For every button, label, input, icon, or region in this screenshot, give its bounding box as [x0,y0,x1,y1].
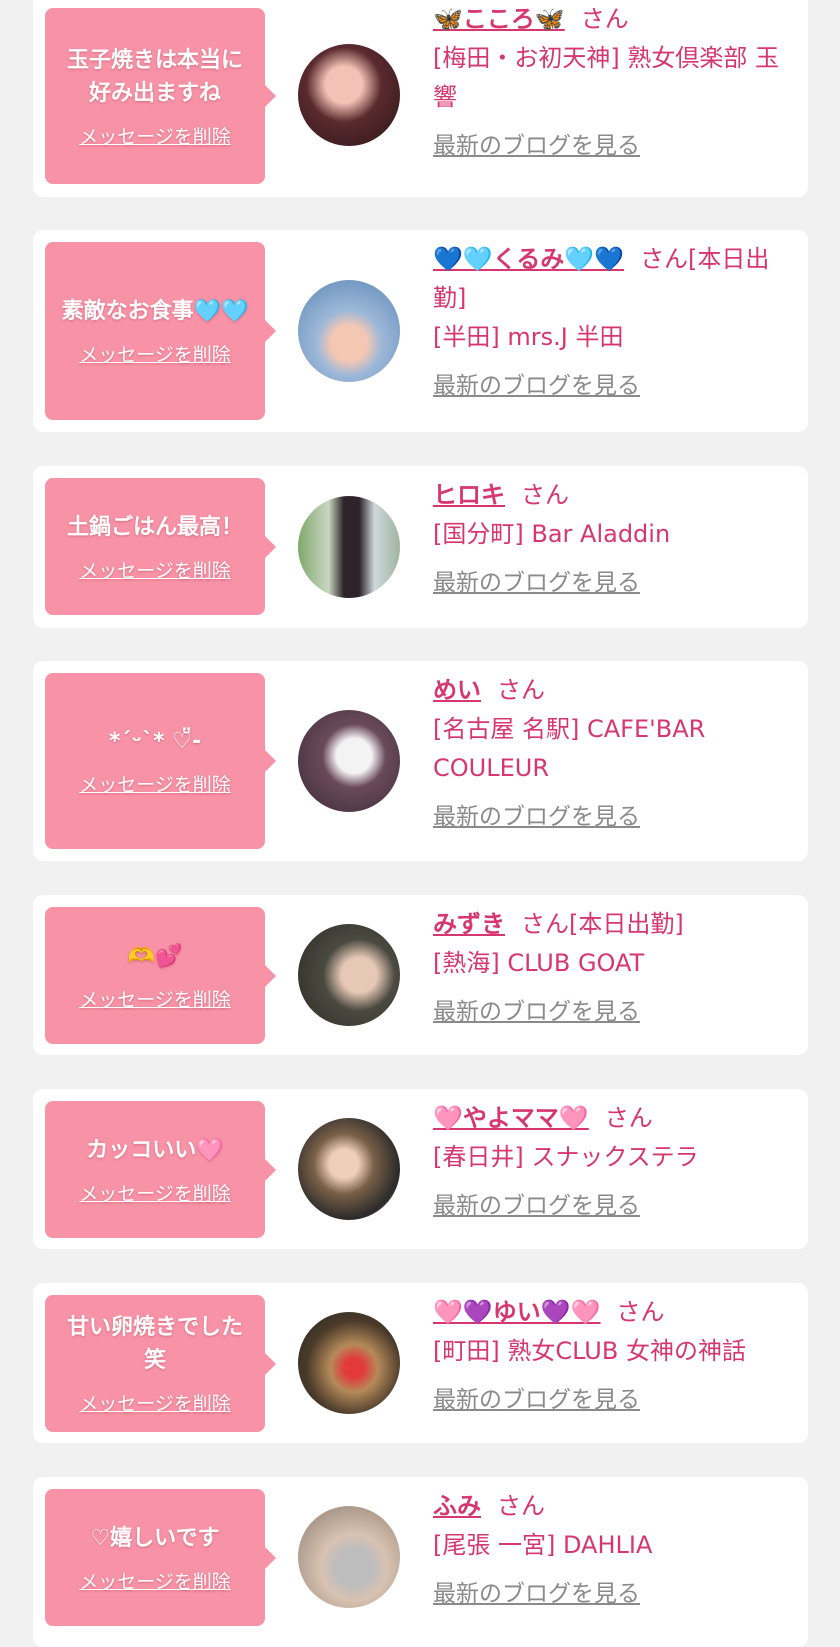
delete-message-link[interactable]: メッセージを削除 [79,556,231,583]
message-text: *´ᵕ`* ♡̆̈- [108,729,202,754]
blog-link[interactable]: 最新のブログを見る [433,367,640,406]
blog-link[interactable]: 最新のブログを見る [433,1575,640,1614]
message-text: 土鍋ごはん最高！ [66,514,243,540]
cast-name-link[interactable]: 🩷やよママ🩷 [433,1104,589,1132]
shop-name: [国分町] Bar Aladdin [433,520,671,548]
message-bubble: カッコいい🩷 メッセージを削除 [45,1101,276,1238]
honorific: さん [521,481,569,509]
message-card: 甘い卵焼きでした笑 メッセージを削除 🩷💜ゆい💜🩷 さん [町田] 熟女CLUB … [33,1283,808,1443]
message-card: 土鍋ごはん最高！ メッセージを削除 ヒロキ さん [国分町] Bar Aladdi… [33,466,808,628]
message-card: ♡嬉しいです メッセージを削除 ふみ さん [尾張 一宮] DAHLIA 最新のブ… [33,1477,808,1647]
shop-name: [梅田・お初天神] 熟女倶楽部 玉響 [433,44,779,111]
delete-message-link[interactable]: メッセージを削除 [79,122,231,149]
message-card: 🫶💕 メッセージを削除 みずき さん[本日出勤] [熱海] CLUB GOAT 最… [33,895,808,1055]
blog-link[interactable]: 最新のブログを見る [433,798,640,837]
message-bubble: 土鍋ごはん最高！ メッセージを削除 [45,478,276,615]
avatar[interactable] [298,1118,400,1220]
message-bubble: 甘い卵焼きでした笑 メッセージを削除 [45,1295,276,1432]
blog-link[interactable]: 最新のブログを見る [433,564,640,603]
avatar[interactable] [298,1506,400,1608]
cast-name-link[interactable]: ヒロキ [433,481,505,509]
delete-message-link[interactable]: メッセージを削除 [79,985,231,1012]
honorific: さん [497,1492,545,1520]
shop-name: [名古屋 名駅] CAFE'BAR COULEUR [433,715,706,782]
message-text: 甘い卵焼きでした笑 [66,1315,243,1373]
blog-link[interactable]: 最新のブログを見る [433,127,640,166]
cast-name-link[interactable]: ふみ [433,1492,481,1520]
message-bubble: ♡嬉しいです メッセージを削除 [45,1489,276,1626]
message-bubble: 玉子焼きは本当に好み出ますね メッセージを削除 [45,8,276,184]
message-text: ♡嬉しいです [90,1525,220,1551]
blog-link[interactable]: 最新のブログを見る [433,993,640,1032]
message-card: 玉子焼きは本当に好み出ますね メッセージを削除 🦋こころ🦋 さん [梅田・お初天神… [33,0,808,197]
avatar[interactable] [298,44,400,146]
message-text: 🫶💕 [127,943,183,969]
avatar[interactable] [298,710,400,812]
shop-name: [町田] 熟女CLUB 女神の神話 [433,1337,746,1365]
honorific: さん [497,676,545,704]
honorific: さん [616,1298,665,1326]
cast-name-link[interactable]: 🦋こころ🦋 [433,5,565,33]
message-text: カッコいい🩷 [86,1137,224,1163]
delete-message-link[interactable]: メッセージを削除 [79,1179,231,1206]
message-bubble: *´ᵕ`* ♡̆̈- メッセージを削除 [45,673,276,849]
honorific: さん [580,5,629,33]
avatar[interactable] [298,280,400,382]
honorific: さん[本日出勤] [521,910,684,938]
shop-name: [半田] mrs.J 半田 [433,323,624,351]
shop-name: [熱海] CLUB GOAT [433,949,645,977]
shop-name: [尾張 一宮] DAHLIA [433,1531,653,1559]
message-text: 玉子焼きは本当に好み出ますね [66,47,243,106]
blog-link[interactable]: 最新のブログを見る [433,1381,640,1420]
avatar[interactable] [298,1312,400,1414]
message-card: カッコいい🩷 メッセージを削除 🩷やよママ🩷 さん [春日井] スナックステラ 最… [33,1089,808,1249]
message-bubble: 🫶💕 メッセージを削除 [45,907,276,1044]
shop-name: [春日井] スナックステラ [433,1143,699,1171]
delete-message-link[interactable]: メッセージを削除 [79,340,231,367]
message-card: *´ᵕ`* ♡̆̈- メッセージを削除 めい さん [名古屋 名駅] CAFE'B… [33,661,808,861]
cast-name-link[interactable]: 🩷💜ゆい💜🩷 [433,1298,601,1326]
honorific: さん [604,1104,653,1132]
cast-name-link[interactable]: 💙🩵くるみ🩵💙 [433,245,624,273]
cast-name-link[interactable]: めい [433,676,481,704]
message-card: 素敵なお食事🩵🩵 メッセージを削除 💙🩵くるみ🩵💙 さん[本日出勤] [半田] m… [33,230,808,432]
avatar[interactable] [298,496,400,598]
message-text: 素敵なお食事🩵🩵 [61,299,249,324]
blog-link[interactable]: 最新のブログを見る [433,1187,640,1226]
message-bubble: 素敵なお食事🩵🩵 メッセージを削除 [45,242,276,420]
delete-message-link[interactable]: メッセージを削除 [79,770,231,797]
delete-message-link[interactable]: メッセージを削除 [79,1389,231,1416]
delete-message-link[interactable]: メッセージを削除 [79,1567,231,1594]
avatar[interactable] [298,924,400,1026]
cast-name-link[interactable]: みずき [433,910,505,938]
